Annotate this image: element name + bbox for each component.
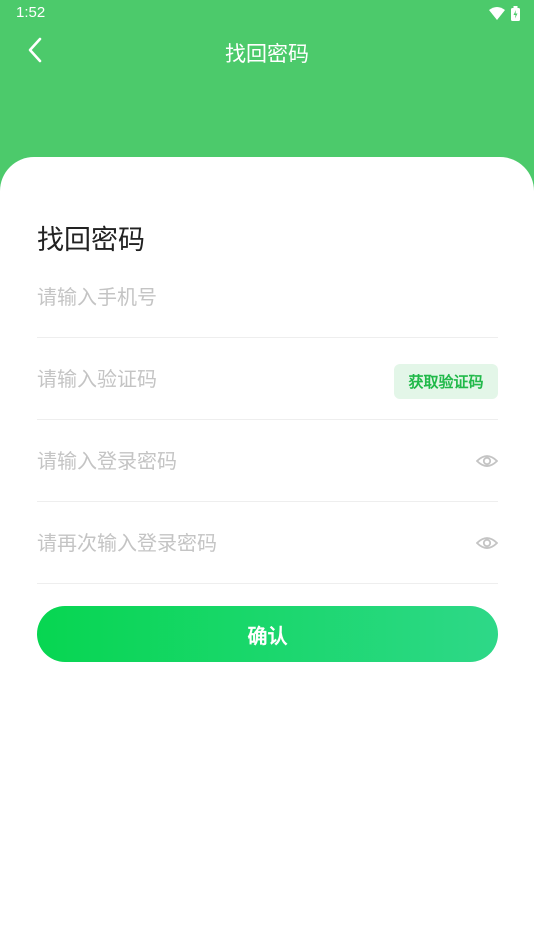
code-field: 获取验证码 xyxy=(37,338,498,420)
status-time: 1:52 xyxy=(16,4,46,21)
eye-icon[interactable] xyxy=(475,452,499,470)
eye-icon[interactable] xyxy=(475,534,499,552)
navigation-bar: 找回密码 xyxy=(0,28,534,76)
confirm-password-input[interactable] xyxy=(37,502,437,583)
form-title: 找回密码 xyxy=(37,225,145,256)
phone-input[interactable] xyxy=(37,256,437,337)
get-code-button[interactable]: 获取验证码 xyxy=(394,364,498,399)
page-title: 找回密码 xyxy=(225,42,309,66)
status-icons xyxy=(489,6,520,21)
confirm-password-field xyxy=(37,502,499,584)
phone-field xyxy=(37,256,498,338)
password-input[interactable] xyxy=(37,420,437,501)
wifi-icon xyxy=(489,7,505,20)
confirm-button[interactable]: 确认 xyxy=(37,606,498,662)
code-input[interactable] xyxy=(37,338,437,419)
password-field xyxy=(37,420,499,502)
battery-icon xyxy=(511,6,520,21)
status-bar: 1:52 xyxy=(0,0,534,28)
find-password-screen: 1:52 找回密码 找回密码 请输入手机号 请输入验证码 获取验证码 确认 xyxy=(0,0,534,950)
